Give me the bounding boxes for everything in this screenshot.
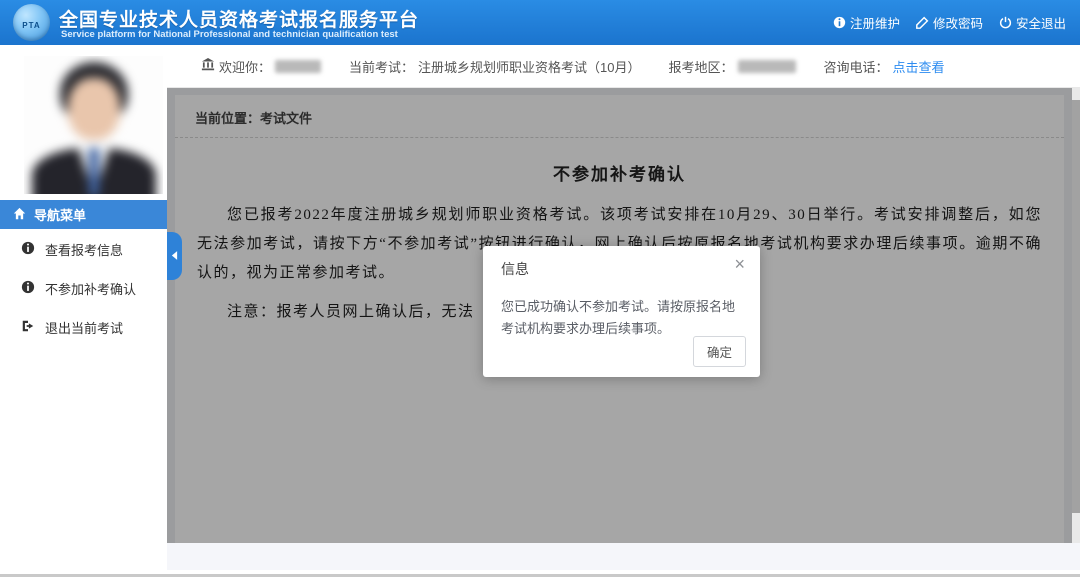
home-icon bbox=[13, 207, 26, 223]
sidebar-collapse-handle[interactable] bbox=[167, 232, 182, 280]
ok-button[interactable]: 确定 bbox=[693, 336, 746, 367]
welcome-bar: 欢迎你： 当前考试： 注册城乡规划师职业资格考试（10月） 报考地区： 咨询电话… bbox=[167, 45, 1080, 88]
sidebar-item-view-registration-info[interactable]: 查看报考信息 bbox=[0, 231, 167, 268]
logout-icon bbox=[21, 319, 35, 336]
chevron-left-icon bbox=[171, 247, 178, 265]
phone-label: 咨询电话： bbox=[824, 57, 889, 76]
sidebar-item-no-makeup-exam-confirm[interactable]: 不参加补考确认 bbox=[0, 270, 167, 307]
welcome-group: 欢迎你： bbox=[201, 57, 321, 76]
register-maintenance-label: 注册维护 bbox=[850, 13, 900, 32]
nav-menu-header-label: 导航菜单 bbox=[34, 205, 86, 224]
exam-region-group: 报考地区： bbox=[669, 57, 796, 76]
bottom-divider bbox=[0, 574, 1080, 577]
dialog-title: 信息 bbox=[501, 261, 529, 277]
close-icon[interactable]: × bbox=[734, 255, 745, 273]
sidebar-item-exit-current-exam[interactable]: 退出当前考试 bbox=[0, 309, 167, 346]
applicant-photo-blur bbox=[24, 56, 163, 194]
info-dialog: 信息 × 您已成功确认不参加考试。请按原报名地考试机构要求办理后续事项。 确定 bbox=[483, 246, 760, 377]
logo-text: PTA bbox=[22, 21, 40, 30]
exam-region-label: 报考地区： bbox=[669, 57, 734, 76]
safe-logout-link[interactable]: 安全退出 bbox=[999, 13, 1066, 32]
app-title: 全国专业技术人员资格考试报名服务平台 bbox=[59, 5, 419, 32]
bank-icon bbox=[201, 58, 215, 75]
scrollbar-track[interactable] bbox=[1072, 88, 1080, 543]
edit-icon bbox=[916, 16, 929, 29]
sidebar-item-label: 退出当前考试 bbox=[45, 318, 123, 337]
scrollbar-thumb[interactable] bbox=[1072, 100, 1080, 513]
user-name-redacted bbox=[275, 60, 321, 73]
change-password-label: 修改密码 bbox=[933, 13, 983, 32]
change-password-link[interactable]: 修改密码 bbox=[916, 13, 983, 32]
register-maintenance-link[interactable]: 注册维护 bbox=[833, 13, 900, 32]
current-exam-group: 当前考试： 注册城乡规划师职业资格考试（10月） bbox=[349, 57, 640, 76]
applicant-photo bbox=[24, 56, 163, 194]
page-root: PTA 全国专业技术人员资格考试报名服务平台 Service platform … bbox=[0, 0, 1080, 579]
exam-region-redacted bbox=[738, 60, 796, 73]
safe-logout-label: 安全退出 bbox=[1016, 13, 1066, 32]
header-links: 注册维护 修改密码 安全退出 bbox=[833, 0, 1066, 45]
info-circle-icon bbox=[833, 16, 846, 29]
app-subtitle: Service platform for National Profession… bbox=[61, 29, 398, 40]
current-exam-value: 注册城乡规划师职业资格考试（10月） bbox=[418, 57, 640, 76]
nav-list: 查看报考信息 不参加补考确认 退出当前考试 bbox=[0, 229, 167, 346]
phone-group: 咨询电话： 点击查看 bbox=[824, 57, 945, 76]
sidebar-item-label: 查看报考信息 bbox=[45, 240, 123, 259]
info-circle-icon bbox=[21, 241, 35, 258]
footer-strip bbox=[167, 543, 1080, 570]
info-circle-icon bbox=[21, 280, 35, 297]
sidebar: 导航菜单 查看报考信息 不参加补考确认 退出当前考试 bbox=[0, 45, 167, 579]
current-exam-label: 当前考试： bbox=[349, 57, 414, 76]
sidebar-item-label: 不参加补考确认 bbox=[45, 279, 136, 298]
welcome-label: 欢迎你： bbox=[219, 57, 271, 76]
app-header: PTA 全国专业技术人员资格考试报名服务平台 Service platform … bbox=[0, 0, 1080, 45]
phone-view-link[interactable]: 点击查看 bbox=[893, 57, 945, 76]
nav-menu-header: 导航菜单 bbox=[0, 200, 167, 229]
dialog-footer: 确定 bbox=[693, 336, 746, 367]
pta-globe-logo-icon: PTA bbox=[13, 4, 50, 41]
dialog-message: 您已成功确认不参加考试。请按原报名地考试机构要求办理后续事项。 bbox=[483, 279, 760, 340]
power-icon bbox=[999, 16, 1012, 29]
dialog-header: 信息 × bbox=[483, 246, 760, 279]
